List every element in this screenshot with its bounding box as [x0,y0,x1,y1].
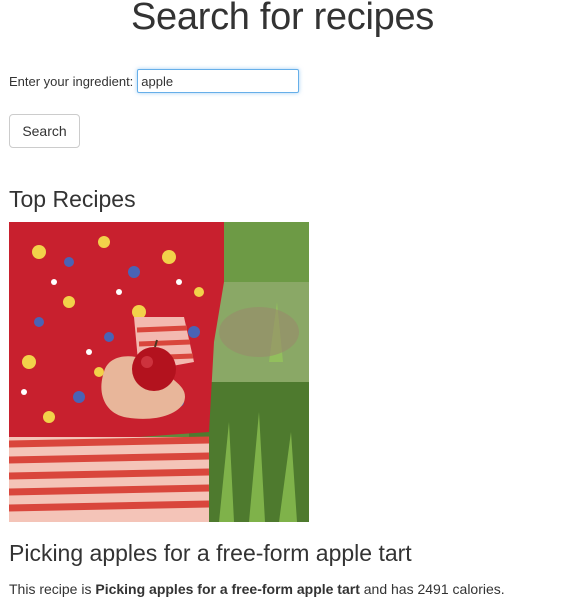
ingredient-input[interactable] [137,69,300,93]
recipe-calories: 2491 [417,581,449,597]
recipe-title: Picking apples for a free-form apple tar… [9,540,412,566]
recipe-image [9,222,309,522]
recipe-desc-name: Picking apples for a free-form apple tar… [95,581,360,597]
recipe-desc-prefix: This recipe is [9,581,96,597]
recipe-desc-middle: and has [359,581,418,597]
recipe-desc-suffix: calories. [448,581,505,597]
top-recipes-heading: Top Recipes [9,186,136,212]
ingredient-label: Enter your ingredient: [9,73,134,89]
search-button[interactable]: Search [9,114,80,148]
page-title: Search for recipes [131,0,434,38]
recipe-description: This recipe is Picking apples for a free… [9,579,505,599]
ingredient-row: Enter your ingredient: [9,68,300,94]
